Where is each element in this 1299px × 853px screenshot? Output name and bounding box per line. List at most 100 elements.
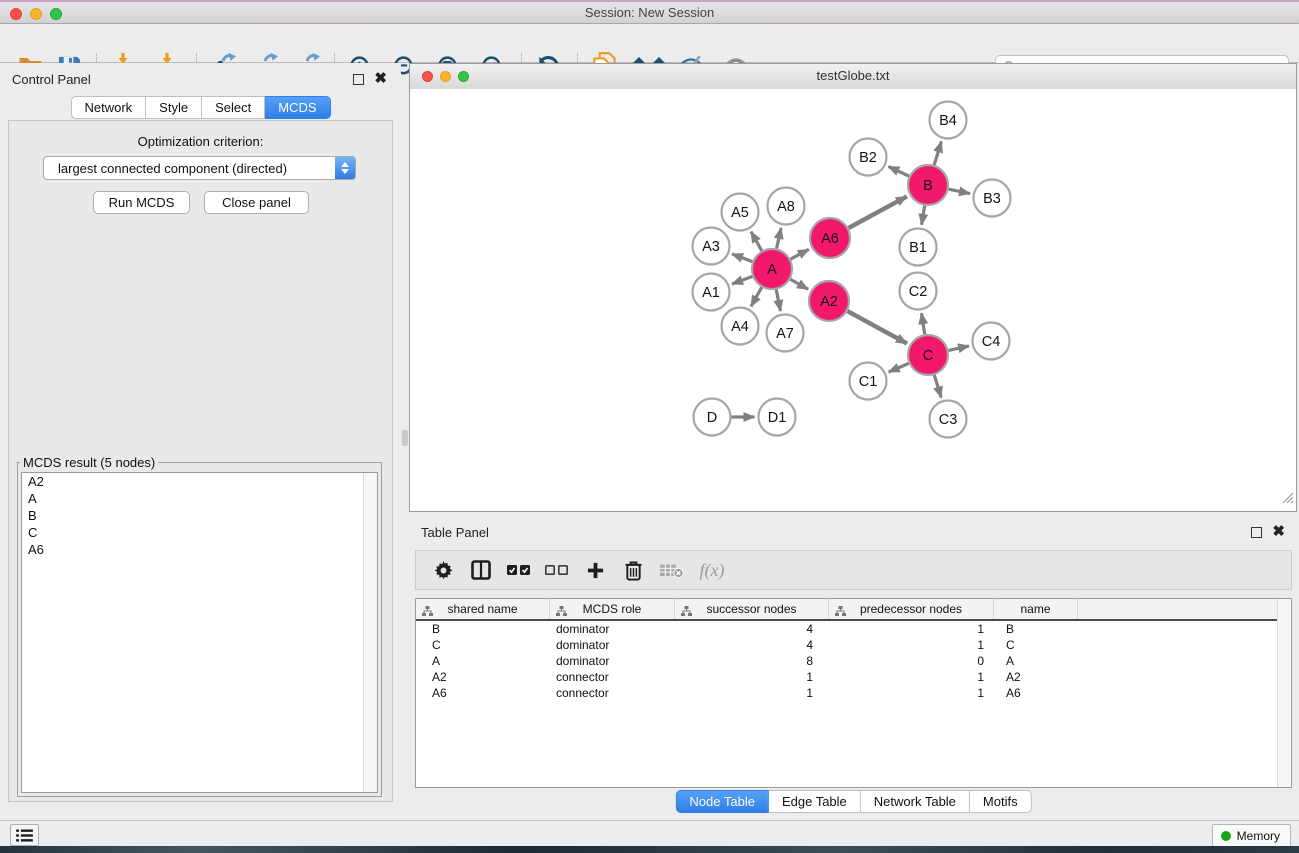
graph-node-C3[interactable]: C3 <box>930 401 967 438</box>
float-panel-icon[interactable] <box>353 74 364 85</box>
show-column-icon[interactable] <box>462 551 500 589</box>
column-header-MCDS-role[interactable]: MCDS role <box>550 599 675 619</box>
graph-node-B3[interactable]: B3 <box>974 180 1011 217</box>
graph-edge-B-B2[interactable] <box>888 167 909 177</box>
graph-edge-A-A1[interactable] <box>732 276 752 284</box>
table-cell[interactable]: 1 <box>675 670 829 684</box>
graph-node-A3[interactable]: A3 <box>693 228 730 265</box>
column-header-name[interactable]: name <box>994 599 1078 619</box>
resize-grip-icon[interactable] <box>1280 490 1294 509</box>
mcds-result-item[interactable]: A6 <box>22 541 377 558</box>
graph-node-A7[interactable]: A7 <box>767 315 804 352</box>
graph-node-D1[interactable]: D1 <box>759 399 796 436</box>
mcds-result-item[interactable]: A <box>22 490 377 507</box>
close-table-panel-icon[interactable]: ✖ <box>1272 526 1285 538</box>
table-cell[interactable]: dominator <box>550 654 675 668</box>
show-panels-button[interactable] <box>10 824 39 846</box>
graph-edge-B-B4[interactable] <box>934 142 941 165</box>
vertical-splitter-handle[interactable] <box>402 430 408 446</box>
graph-node-C2[interactable]: C2 <box>900 273 937 310</box>
run-mcds-button[interactable]: Run MCDS <box>93 191 190 214</box>
mcds-result-item[interactable]: A2 <box>22 473 377 490</box>
column-header-successor-nodes[interactable]: successor nodes <box>675 599 829 619</box>
graph-edge-C-C3[interactable] <box>934 375 941 397</box>
graph-node-A1[interactable]: A1 <box>693 274 730 311</box>
graph-edge-A-A5[interactable] <box>751 232 762 251</box>
table-settings-icon[interactable] <box>424 551 462 589</box>
graph-node-C4[interactable]: C4 <box>973 323 1010 360</box>
graph-edge-C-C4[interactable] <box>948 346 969 351</box>
graph-node-A2[interactable]: A2 <box>809 281 849 321</box>
tab-network[interactable]: Network <box>70 96 146 119</box>
graph-edge-C-C2[interactable] <box>921 313 924 334</box>
close-panel-button[interactable]: Close panel <box>204 191 309 214</box>
table-cell[interactable]: 1 <box>829 670 994 684</box>
graph-node-A5[interactable]: A5 <box>722 194 759 231</box>
table-row[interactable]: Cdominator41C <box>416 637 1291 653</box>
graph-edge-A-A7[interactable] <box>776 290 780 311</box>
network-canvas[interactable]: B4B2BB3A8A5A6A3B1AC2A1A2A4A7C4CC1C3DD1 <box>410 89 1296 511</box>
tab-style[interactable]: Style <box>146 96 202 119</box>
table-scrollbar[interactable] <box>1277 599 1291 787</box>
graph-node-A6[interactable]: A6 <box>810 218 850 258</box>
table-cell[interactable]: C <box>994 638 1078 652</box>
memory-button[interactable]: Memory <box>1212 824 1291 847</box>
graph-node-C1[interactable]: C1 <box>850 363 887 400</box>
window-titlebar[interactable]: Session: New Session <box>0 0 1299 24</box>
table-cell[interactable]: 1 <box>675 686 829 700</box>
graph-node-C[interactable]: C <box>908 335 948 375</box>
delete-column-icon[interactable] <box>614 551 652 589</box>
select-all-icon[interactable] <box>500 551 538 589</box>
column-header-shared-name[interactable]: shared name <box>416 599 550 619</box>
graph-node-B1[interactable]: B1 <box>900 229 937 266</box>
table-cell[interactable]: 4 <box>675 622 829 636</box>
table-cell[interactable]: B <box>416 622 550 636</box>
table-cell[interactable]: A2 <box>416 670 550 684</box>
graph-edge-A-A2[interactable] <box>790 279 808 289</box>
table-cell[interactable]: 1 <box>829 686 994 700</box>
mcds-list-scrollbar[interactable] <box>363 473 377 792</box>
table-cell[interactable]: dominator <box>550 622 675 636</box>
table-row[interactable]: A6connector11A6 <box>416 685 1291 701</box>
table-cell[interactable]: A6 <box>416 686 550 700</box>
add-column-icon[interactable] <box>576 551 614 589</box>
delete-table-icon[interactable] <box>652 551 690 589</box>
graph-edge-A-A3[interactable] <box>732 254 752 262</box>
column-header-predecessor-nodes[interactable]: predecessor nodes <box>829 599 994 619</box>
table-cell[interactable]: A <box>994 654 1078 668</box>
graph-node-B4[interactable]: B4 <box>930 102 967 139</box>
deselect-all-icon[interactable] <box>538 551 576 589</box>
tab-node-table[interactable]: Node Table <box>675 790 769 813</box>
graph-node-B[interactable]: B <box>908 165 948 205</box>
graph-edge-A-A6[interactable] <box>791 249 809 259</box>
table-cell[interactable]: A2 <box>994 670 1078 684</box>
table-cell[interactable]: 4 <box>675 638 829 652</box>
graph-edge-A2-C[interactable] <box>847 311 906 343</box>
float-table-panel-icon[interactable] <box>1251 527 1262 538</box>
graph-node-A4[interactable]: A4 <box>722 308 759 345</box>
tab-motifs[interactable]: Motifs <box>970 790 1032 813</box>
tab-mcds[interactable]: MCDS <box>265 96 330 119</box>
function-builder-icon[interactable]: f(x) <box>690 551 734 589</box>
table-cell[interactable]: A <box>416 654 550 668</box>
table-row[interactable]: A2connector11A2 <box>416 669 1291 685</box>
tab-select[interactable]: Select <box>202 96 265 119</box>
mcds-result-list[interactable]: A2ABCA6 <box>21 472 378 793</box>
graph-edge-B-B1[interactable] <box>922 206 925 225</box>
table-cell[interactable]: A6 <box>994 686 1078 700</box>
table-cell[interactable]: connector <box>550 686 675 700</box>
graph-edge-B-B3[interactable] <box>949 189 970 193</box>
tab-edge-table[interactable]: Edge Table <box>769 790 861 813</box>
table-cell[interactable]: 8 <box>675 654 829 668</box>
graph-node-A8[interactable]: A8 <box>768 188 805 225</box>
graph-edge-A-A8[interactable] <box>777 228 782 249</box>
table-cell[interactable]: B <box>994 622 1078 636</box>
table-cell[interactable]: C <box>416 638 550 652</box>
table-row[interactable]: Bdominator41B <box>416 621 1291 637</box>
table-cell[interactable]: 1 <box>829 638 994 652</box>
graph-node-D[interactable]: D <box>694 399 731 436</box>
mcds-result-item[interactable]: B <box>22 507 377 524</box>
close-panel-icon[interactable]: ✖ <box>374 73 387 85</box>
mcds-result-item[interactable]: C <box>22 524 377 541</box>
graph-edge-A6-B[interactable] <box>848 196 906 228</box>
